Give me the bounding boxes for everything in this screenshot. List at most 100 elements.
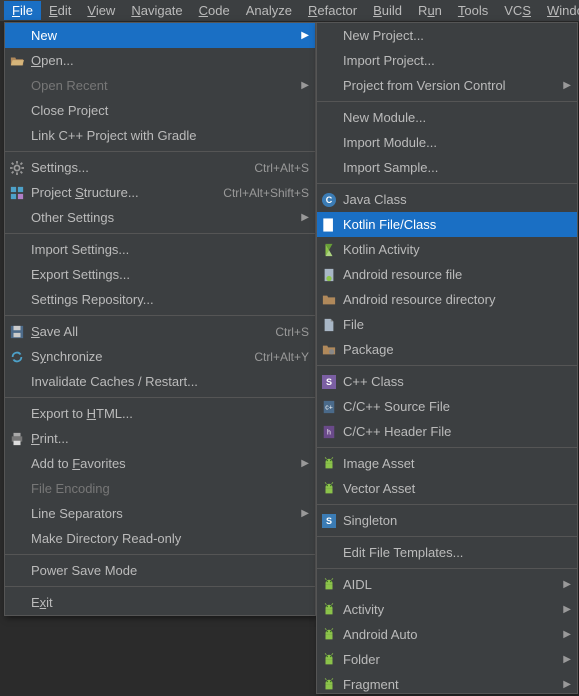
menu-item-label: Fragment	[343, 677, 571, 692]
menu-item-label: Import Module...	[343, 135, 571, 150]
new-menu-item-kotlin-activity[interactable]: Kotlin Activity	[317, 237, 577, 262]
cpp-source-icon: c+	[321, 399, 337, 415]
file-menu-item-open-recent: Open Recent▶	[5, 73, 315, 98]
cpp-class-icon: S	[321, 374, 337, 390]
menubar-item-view[interactable]: View	[79, 1, 123, 20]
menubar-item-vcs[interactable]: VCS	[496, 1, 539, 20]
file-menu-item-project-structure[interactable]: Project Structure...Ctrl+Alt+Shift+S	[5, 180, 315, 205]
android-icon	[321, 627, 337, 643]
separator	[5, 151, 315, 152]
menubar-item-tools[interactable]: Tools	[450, 1, 496, 20]
menu-item-label: File	[343, 317, 571, 332]
submenu-arrow-icon: ▶	[563, 629, 571, 640]
new-menu-item-folder[interactable]: Folder▶	[317, 647, 577, 672]
new-menu-item-import-project[interactable]: Import Project...	[317, 48, 577, 73]
new-menu-item-edit-file-templates[interactable]: Edit File Templates...	[317, 540, 577, 565]
file-menu-item-synchronize[interactable]: SynchronizeCtrl+Alt+Y	[5, 344, 315, 369]
blank-icon	[9, 210, 25, 226]
new-menu-item-android-auto[interactable]: Android Auto▶	[317, 622, 577, 647]
menu-item-label: Import Settings...	[31, 242, 309, 257]
new-menu-item-new-project[interactable]: New Project...	[317, 23, 577, 48]
svg-text:c+: c+	[325, 404, 333, 411]
file-menu-item-export-settings[interactable]: Export Settings...	[5, 262, 315, 287]
file-menu-item-new[interactable]: New▶	[5, 23, 315, 48]
menu-item-label: Package	[343, 342, 571, 357]
structure-icon	[9, 185, 25, 201]
menu-item-label: Folder	[343, 652, 571, 667]
new-menu-item-singleton[interactable]: SSingleton	[317, 508, 577, 533]
file-menu-item-export-to-html[interactable]: Export to HTML...	[5, 401, 315, 426]
submenu-arrow-icon: ▶	[563, 579, 571, 590]
file-menu-item-save-all[interactable]: Save AllCtrl+S	[5, 319, 315, 344]
new-menu-item-android-resource-directory[interactable]: Android resource directory	[317, 287, 577, 312]
file-menu-item-settings-repository[interactable]: Settings Repository...	[5, 287, 315, 312]
file-menu-item-invalidate-caches-restart[interactable]: Invalidate Caches / Restart...	[5, 369, 315, 394]
menu-item-label: Synchronize	[31, 349, 254, 364]
new-menu-item-c-class[interactable]: SC++ Class	[317, 369, 577, 394]
new-menu-item-new-module[interactable]: New Module...	[317, 105, 577, 130]
blank-icon	[321, 28, 337, 44]
package-icon	[321, 342, 337, 358]
blank-icon	[9, 481, 25, 497]
new-menu-item-kotlin-file-class[interactable]: Kotlin File/Class	[317, 212, 577, 237]
new-menu-item-fragment[interactable]: Fragment▶	[317, 672, 577, 694]
file-menu-item-import-settings[interactable]: Import Settings...	[5, 237, 315, 262]
menu-item-label: Import Project...	[343, 53, 571, 68]
menu-item-label: Import Sample...	[343, 160, 571, 175]
folder-open-icon	[9, 53, 25, 69]
new-menu-item-vector-asset[interactable]: Vector Asset	[317, 476, 577, 501]
new-menu-item-c-c-source-file[interactable]: c+C/C++ Source File	[317, 394, 577, 419]
menubar-item-file[interactable]: File	[4, 1, 41, 20]
new-menu-item-android-resource-file[interactable]: Android resource file	[317, 262, 577, 287]
kotlin-activity-icon	[321, 242, 337, 258]
menu-item-label: New	[31, 28, 309, 43]
menu-item-label: Exit	[31, 595, 309, 610]
file-menu-item-open[interactable]: Open...	[5, 48, 315, 73]
menubar-item-edit[interactable]: Edit	[41, 1, 79, 20]
file-menu-item-exit[interactable]: Exit	[5, 590, 315, 615]
new-menu-item-file[interactable]: File	[317, 312, 577, 337]
file-menu-item-line-separators[interactable]: Line Separators▶	[5, 501, 315, 526]
new-menu-item-project-from-version-control[interactable]: Project from Version Control▶	[317, 73, 577, 98]
menu-item-label: Close Project	[31, 103, 309, 118]
menubar-item-refactor[interactable]: Refactor	[300, 1, 365, 20]
menu-item-label: New Project...	[343, 28, 571, 43]
new-menu-item-java-class[interactable]: CJava Class	[317, 187, 577, 212]
file-menu-item-make-directory-read-only[interactable]: Make Directory Read-only	[5, 526, 315, 551]
new-menu-item-c-c-header-file[interactable]: hC/C++ Header File	[317, 419, 577, 444]
menubar-item-navigate[interactable]: Navigate	[123, 1, 190, 20]
new-menu-item-package[interactable]: Package	[317, 337, 577, 362]
menu-item-label: Edit File Templates...	[343, 545, 571, 560]
new-menu-item-aidl[interactable]: AIDL▶	[317, 572, 577, 597]
menubar-item-analyze[interactable]: Analyze	[238, 1, 300, 20]
file-menu-item-print[interactable]: Print...	[5, 426, 315, 451]
new-menu-item-image-asset[interactable]: Image Asset	[317, 451, 577, 476]
separator	[317, 183, 577, 184]
menu-item-label: Export Settings...	[31, 267, 309, 282]
shortcut-label: Ctrl+Alt+Y	[254, 350, 309, 364]
separator	[5, 397, 315, 398]
blank-icon	[9, 506, 25, 522]
new-menu-item-activity[interactable]: Activity▶	[317, 597, 577, 622]
file-menu-item-add-to-favorites[interactable]: Add to Favorites▶	[5, 451, 315, 476]
menu-item-label: File Encoding	[31, 481, 309, 496]
file-menu-item-close-project[interactable]: Close Project	[5, 98, 315, 123]
new-menu-item-import-sample[interactable]: Import Sample...	[317, 155, 577, 180]
blank-icon	[9, 563, 25, 579]
menu-item-label: C/C++ Header File	[343, 424, 571, 439]
new-menu-item-import-module[interactable]: Import Module...	[317, 130, 577, 155]
menubar-item-run[interactable]: Run	[410, 1, 450, 20]
android-file-icon	[321, 267, 337, 283]
blank-icon	[9, 78, 25, 94]
file-menu-item-link-c-project-with-gradle[interactable]: Link C++ Project with Gradle	[5, 123, 315, 148]
menu-item-label: Project from Version Control	[343, 78, 571, 93]
file-menu-item-settings[interactable]: Settings...Ctrl+Alt+S	[5, 155, 315, 180]
menu-item-label: Kotlin File/Class	[343, 217, 571, 232]
menu-item-label: Make Directory Read-only	[31, 531, 309, 546]
file-menu-item-power-save-mode[interactable]: Power Save Mode	[5, 558, 315, 583]
file-menu-item-other-settings[interactable]: Other Settings▶	[5, 205, 315, 230]
menubar-item-build[interactable]: Build	[365, 1, 410, 20]
menubar-item-code[interactable]: Code	[191, 1, 238, 20]
menu-item-label: Link C++ Project with Gradle	[31, 128, 309, 143]
menubar-item-window[interactable]: Window	[539, 1, 579, 20]
